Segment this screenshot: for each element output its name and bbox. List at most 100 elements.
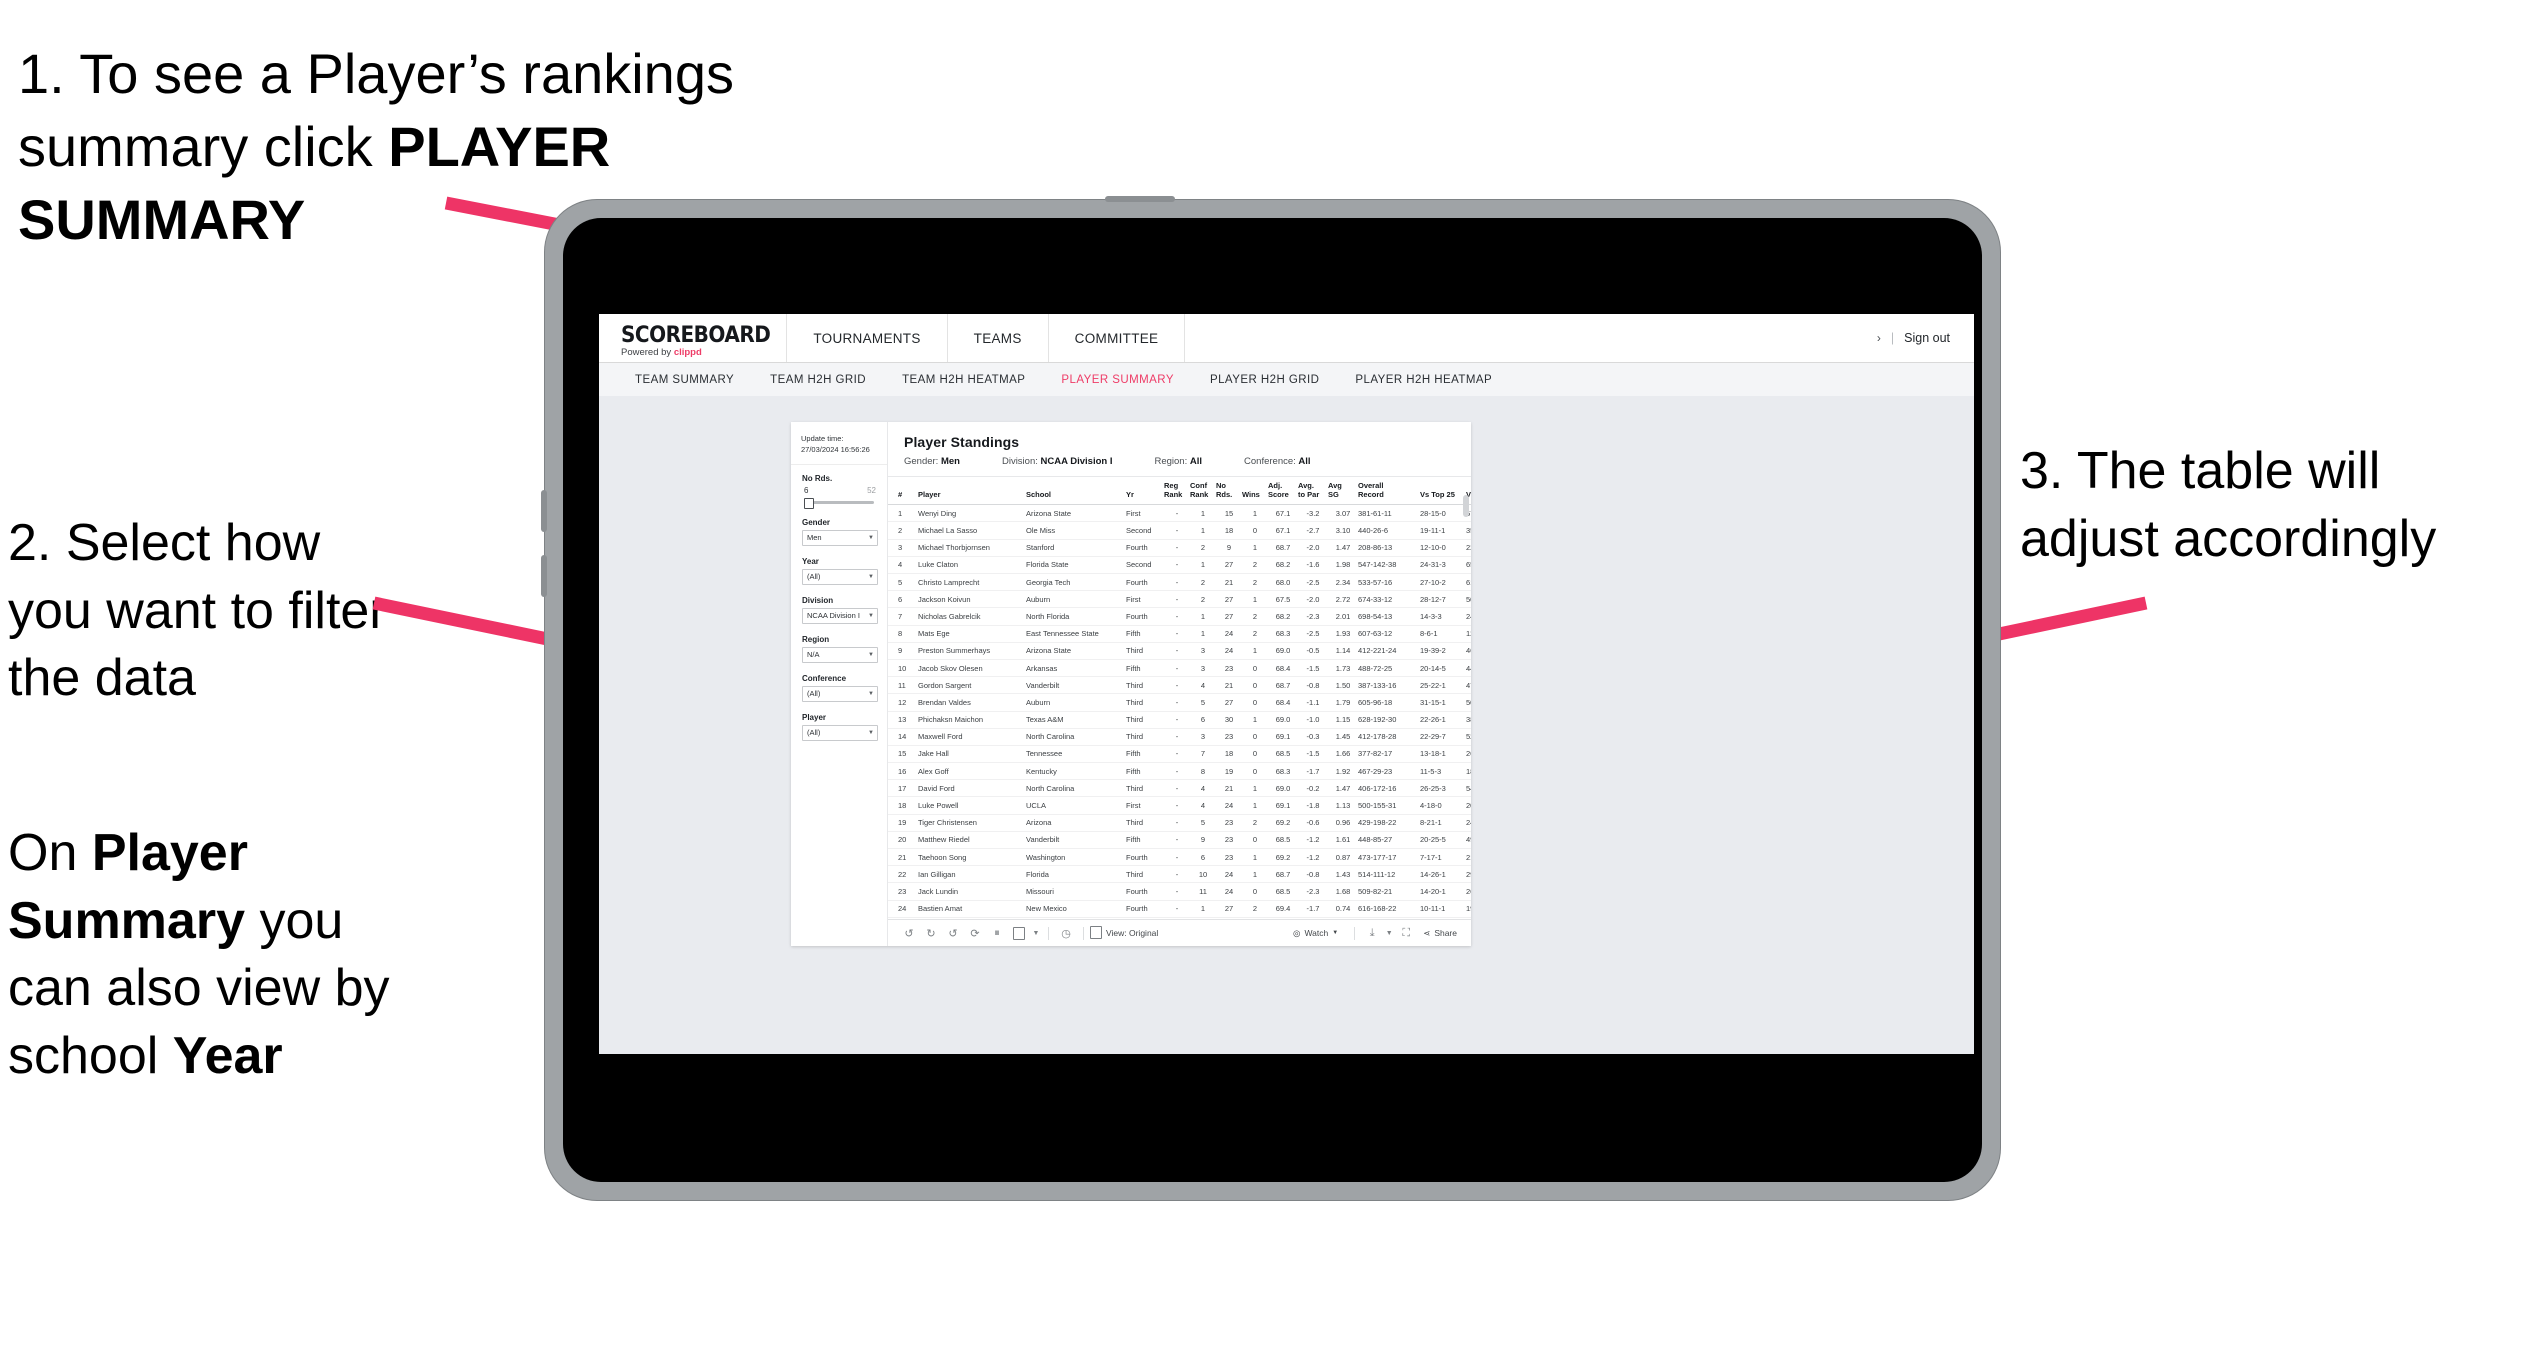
table-row[interactable]: 4 Luke Claton Florida State Second -1 27 2 68.2… bbox=[888, 556, 1471, 575]
topnav-item-committee[interactable]: COMMITTEE bbox=[1049, 314, 1186, 362]
cell-adj-score: 68.5 bbox=[1268, 917, 1298, 919]
table-row[interactable]: 18 Luke Powell UCLA First -4 24 1 69.1 -1.8 1.13 5… bbox=[888, 796, 1471, 815]
column-header-overall-record[interactable]: Overall Record bbox=[1358, 477, 1420, 506]
revert-icon[interactable]: ↺ bbox=[942, 922, 964, 944]
table-row[interactable]: 25Cole SherwoodVanderbiltFourth-1223168.… bbox=[888, 917, 1471, 919]
app-logo[interactable]: SCOREBOARD Powered by clippd bbox=[599, 314, 788, 362]
subnav-item-player-h2h-grid[interactable]: PLAYER H2H GRID bbox=[1192, 374, 1337, 386]
filter-region-dropdown[interactable]: N/A ▼ bbox=[802, 646, 878, 663]
standings-table-wrapper[interactable]: # Player School Yr Reg Rank Conf Rank No Rds. Wins… bbox=[888, 477, 1471, 919]
column-header-adj-score[interactable]: Adj. Score bbox=[1268, 477, 1298, 506]
table-row[interactable]: 1 Wenyi Ding Arizona State First -1 15 1 67.1 -3… bbox=[888, 504, 1471, 523]
table-row[interactable]: 6 Jackson Koivun Auburn First -2 27 1 67.5 -2.0 2… bbox=[888, 590, 1471, 609]
column-header-reg-rank[interactable]: Reg Rank bbox=[1164, 477, 1190, 506]
cell-avg-sg: 1.79 bbox=[1328, 693, 1358, 712]
history-icon[interactable]: ◷ bbox=[1055, 922, 1077, 944]
column-header-player[interactable]: Player bbox=[918, 477, 1026, 506]
table-row[interactable]: 20 Matthew Riedel Vanderbilt Fifth -9 23 0 68.5… bbox=[888, 831, 1471, 850]
view-original-button[interactable]: View: Original bbox=[1090, 925, 1158, 941]
subnav-item-team-summary[interactable]: TEAM SUMMARY bbox=[617, 374, 752, 386]
table-row[interactable]: 12 Brendan Valdes Auburn Third -5 27 0 68.4 -1.1… bbox=[888, 693, 1471, 712]
cell-reg-rank: - bbox=[1164, 607, 1190, 626]
column-header-yr[interactable]: Yr bbox=[1126, 477, 1164, 506]
download-caret-icon[interactable]: ▼ bbox=[1383, 922, 1395, 944]
cell-no-rds: 24 bbox=[1216, 796, 1242, 815]
column-header-wins[interactable]: Wins bbox=[1242, 477, 1268, 506]
subnav-item-team-h2h-grid[interactable]: TEAM H2H GRID bbox=[752, 374, 884, 386]
table-row[interactable]: 22 Ian Gilligan Florida Third -10 24 1 68.7 -0.8… bbox=[888, 865, 1471, 884]
filter-gender-dropdown[interactable]: Men ▼ bbox=[802, 529, 878, 546]
table-row[interactable]: 8 Mats Ege East Tennessee State Fifth -1 24 2 6… bbox=[888, 625, 1471, 643]
undo-icon[interactable]: ↺ bbox=[898, 922, 920, 944]
cell-vs-top-25: 14-26-1 bbox=[1420, 865, 1466, 884]
topnav-item-teams[interactable]: TEAMS bbox=[948, 314, 1049, 362]
table-scrollbar[interactable] bbox=[1463, 495, 1469, 517]
filter-no-rounds-slider[interactable] bbox=[802, 497, 878, 509]
filter-division-dropdown[interactable]: NCAA Division I ▼ bbox=[802, 607, 878, 624]
view-icon bbox=[1090, 925, 1102, 941]
cell-player: Michael Thorbjornsen bbox=[918, 539, 1026, 557]
table-row[interactable]: 24 Bastien Amat New Mexico Fourth -1 27 2 69.4-… bbox=[888, 900, 1471, 918]
column-header-avg-to-par[interactable]: Avg. to Par bbox=[1298, 477, 1328, 506]
table-row[interactable]: 9 Preston Summerhays Arizona State Third -3 2… bbox=[888, 642, 1471, 660]
cell-yr: Fifth bbox=[1126, 831, 1164, 850]
table-row[interactable]: 13 Phichaksn Maichon Texas A&M Third -6 30 1 69… bbox=[888, 711, 1471, 729]
topnav-item-tournaments[interactable]: TOURNAMENTS bbox=[787, 314, 948, 362]
sign-out-link[interactable]: Sign out bbox=[1904, 331, 1950, 345]
column-header-vs-top-25[interactable]: Vs Top 25 bbox=[1420, 477, 1466, 506]
column-header-school[interactable]: School bbox=[1026, 477, 1126, 506]
column-header-no-rds[interactable]: No Rds. bbox=[1216, 477, 1242, 506]
table-row[interactable]: 14 Maxwell Ford North Carolina Third -3 23 0 69… bbox=[888, 728, 1471, 746]
select-mode-caret-icon[interactable]: ▼ bbox=[1030, 922, 1042, 944]
table-row[interactable]: 23 Jack Lundin Missouri Fourth -11 24 0 68.5 -2.… bbox=[888, 882, 1471, 901]
cell-conf-rank: 6 bbox=[1190, 711, 1216, 729]
table-row[interactable]: 10 Jacob Skov Olesen Arkansas Fifth -3 23 0 68.… bbox=[888, 659, 1471, 678]
cell-player: Michael La Sasso bbox=[918, 521, 1026, 540]
table-row[interactable]: 5 Christo Lamprecht Georgia Tech Fourth -2 21… bbox=[888, 573, 1471, 592]
filter-conference-label: Conference bbox=[802, 673, 847, 683]
logo-brand-name: clippd bbox=[673, 347, 702, 358]
chevron-right-icon[interactable]: › bbox=[1877, 331, 1881, 345]
column-header-[interactable]: # bbox=[888, 477, 918, 506]
table-row[interactable]: 21 Taehoon Song Washington Fourth -6 23 1 69.2-… bbox=[888, 848, 1471, 867]
filter-player-dropdown[interactable]: (All) ▼ bbox=[802, 724, 878, 741]
summary-gender: Gender: Men bbox=[904, 456, 960, 467]
subnav-item-player-h2h-heatmap[interactable]: PLAYER H2H HEATMAP bbox=[1337, 374, 1510, 386]
refresh-icon[interactable]: ⟳ bbox=[964, 922, 986, 944]
cell-player: Luke Powell bbox=[918, 796, 1026, 815]
filter-conference-dropdown[interactable]: (All) ▼ bbox=[802, 685, 878, 702]
cell-wins: 2 bbox=[1242, 556, 1268, 575]
table-row[interactable]: 15 Jake Hall Tennessee Fifth -7 18 0 68.5 -1.5 1.… bbox=[888, 745, 1471, 764]
cell-vs-top-50: 26-27-2 bbox=[1466, 882, 1471, 901]
fullscreen-icon[interactable]: ⛶ bbox=[1395, 922, 1417, 944]
table-row[interactable]: 2 Michael La Sasso Ole Miss Second -1 18 0 67.1… bbox=[888, 521, 1471, 540]
cell-vs-top-25: 31-15-1 bbox=[1420, 693, 1466, 712]
pause-updates-icon[interactable]: ⏸ bbox=[986, 922, 1008, 944]
cell-: 17 bbox=[888, 779, 918, 798]
cell-adj-score: 68.7 bbox=[1268, 865, 1298, 884]
slider-handle[interactable] bbox=[804, 497, 814, 509]
watch-button[interactable]: ◎ Watch ▼ bbox=[1293, 928, 1338, 939]
column-header-avg-sg[interactable]: Avg SG bbox=[1328, 477, 1358, 506]
standings-table: # Player School Yr Reg Rank Conf Rank No Rds. Wins… bbox=[888, 477, 1471, 919]
subnav-item-team-h2h-heatmap[interactable]: TEAM H2H HEATMAP bbox=[884, 374, 1043, 386]
filter-region-label: Region bbox=[802, 634, 830, 644]
cell-reg-rank: - bbox=[1164, 900, 1190, 918]
rectangle-select-icon[interactable] bbox=[1008, 922, 1030, 944]
viz-title: Player Standings bbox=[904, 434, 1020, 450]
subnav-item-player-summary[interactable]: PLAYER SUMMARY bbox=[1043, 374, 1192, 386]
table-row[interactable]: 16 Alex Goff Kentucky Fifth -8 19 0 68.3 -1.7 1.9… bbox=[888, 762, 1471, 781]
table-row[interactable]: 7 Nicholas Gabrelcik North Florida Fourth -1… bbox=[888, 607, 1471, 626]
redo-icon[interactable]: ↻ bbox=[920, 922, 942, 944]
column-header-conf-rank[interactable]: Conf Rank bbox=[1190, 477, 1216, 506]
table-row[interactable]: 19 Tiger Christensen Arizona Third -5 23 2 69.2… bbox=[888, 814, 1471, 832]
table-row[interactable]: 3 Michael Thorbjornsen Stanford Fourth -2 9 1 6… bbox=[888, 539, 1471, 557]
filter-gender: Gender Men ▼ bbox=[791, 509, 887, 548]
filter-year-dropdown[interactable]: (All) ▼ bbox=[802, 568, 878, 585]
cell-: 14 bbox=[888, 728, 918, 746]
cell-wins: 1 bbox=[1242, 711, 1268, 729]
download-icon[interactable]: ⤓ bbox=[1361, 922, 1383, 944]
table-row[interactable]: 11 Gordon Sargent Vanderbilt Third -4 21 0 68.7… bbox=[888, 676, 1471, 695]
table-row[interactable]: 17 David Ford North Carolina Third -4 21 1 69.0… bbox=[888, 779, 1471, 798]
share-button[interactable]: ⋖ Share bbox=[1423, 928, 1457, 939]
